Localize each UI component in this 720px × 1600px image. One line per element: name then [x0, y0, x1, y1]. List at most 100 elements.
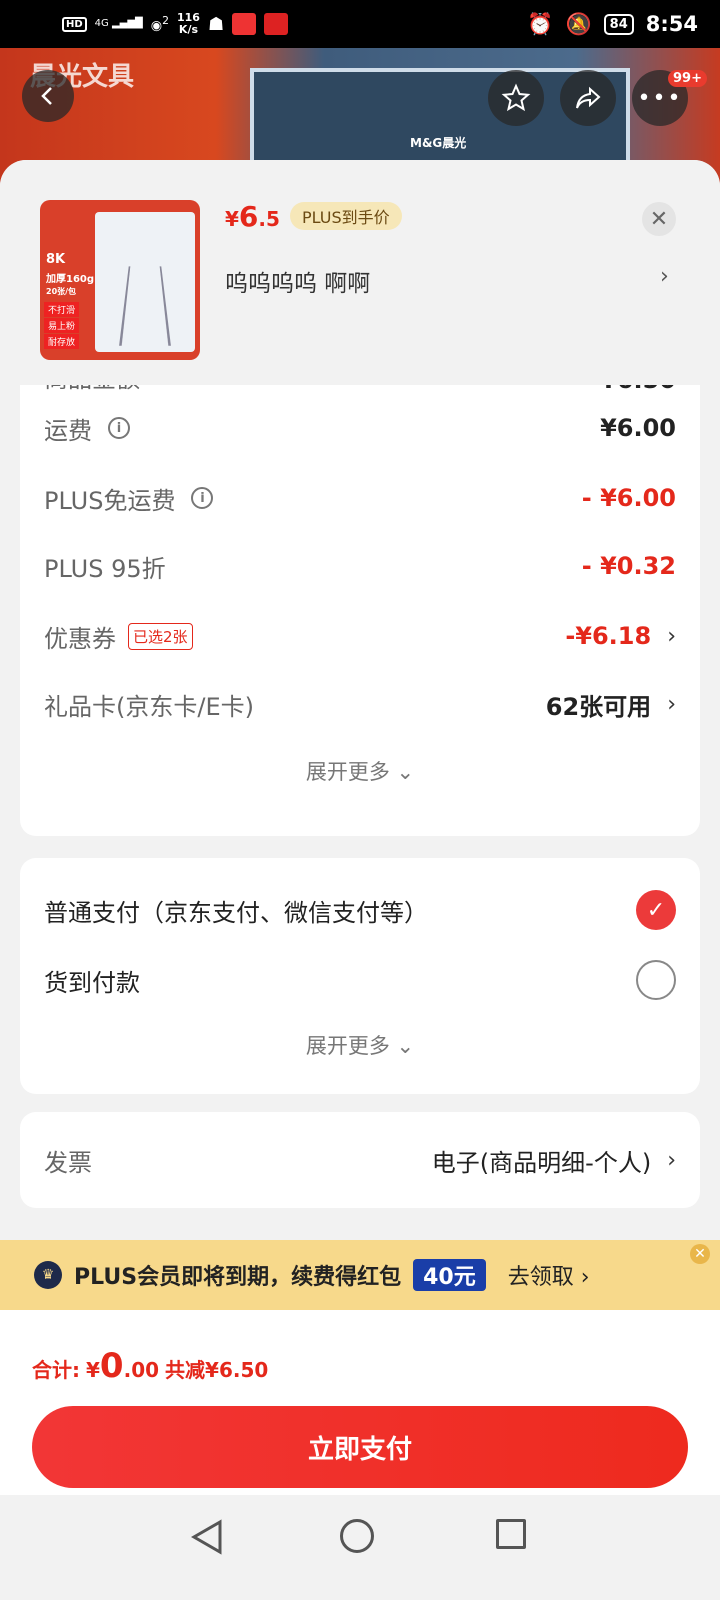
price-symbol: ¥	[225, 207, 239, 231]
plus-discount-label: PLUS 95折	[44, 554, 166, 583]
giftcard-value: 62张可用	[545, 692, 652, 721]
alarm-icon: ⏰	[527, 11, 554, 36]
share-icon	[576, 86, 601, 109]
close-button[interactable]: ✕	[642, 202, 676, 236]
chevron-right-icon: ›	[667, 691, 676, 717]
signal-icon: 4G ▂▄▆█	[94, 18, 143, 29]
giftcard-value-wrap: 62张可用 ›	[546, 687, 676, 722]
total-dec: .00	[123, 1358, 160, 1382]
invoice-value-wrap: 电子(商品明细-个人) ›	[432, 1143, 676, 1178]
payment-card: 普通支付（京东支付、微信支付等） ✓ 货到付款 展开更多 ⌄	[20, 858, 700, 1094]
qq-icon: ☗	[207, 13, 225, 35]
product-thumbnail[interactable]: 8K 加厚160g 20张/包 不打滑 易上粉 耐存放	[40, 200, 200, 360]
plus-banner-amount: 40元	[413, 1259, 486, 1291]
speed-unit: K/s	[178, 23, 199, 36]
total-symbol: ¥	[86, 1358, 100, 1382]
total-label: 合计:	[32, 1358, 80, 1382]
bg-mg-logo: M&G晨光	[410, 136, 467, 150]
plus-banner-text: PLUS会员即将到期，续费得红包	[74, 1265, 402, 1290]
net-speed: 116 K/s	[177, 12, 200, 36]
fee-card: 商品金额 ¥6.50 运费 i ¥6.00 PLUS免运费 i - ¥6.00 …	[20, 360, 700, 836]
clock: 8:54	[645, 12, 698, 36]
plus-free-value: - ¥6.00	[581, 484, 676, 512]
status-bar: HD 4G ▂▄▆█ ◉2 116 K/s ☗ ⏰ 🔕 84 8:54	[0, 0, 720, 48]
payment-option-cod[interactable]: 货到付款	[44, 958, 676, 1002]
coupon-value-wrap: -¥6.18 ›	[565, 622, 676, 650]
chevron-down-icon: ⌄	[396, 760, 415, 784]
coupon-selected-tag: 已选2张	[128, 622, 193, 650]
product-price: ¥6.5	[225, 200, 280, 233]
info-icon[interactable]: i	[108, 417, 130, 439]
coupon-label: 优惠券	[44, 624, 116, 653]
tower-illustration	[119, 266, 171, 346]
total-int: 0	[99, 1346, 124, 1386]
fee-row-plus-free: PLUS免运费 i - ¥6.00	[44, 478, 676, 518]
plus-price-tag: PLUS到手价	[290, 202, 402, 230]
share-button[interactable]	[560, 70, 616, 126]
expand-label: 展开更多	[305, 760, 390, 784]
chevron-right-icon: ›	[667, 623, 676, 649]
payment-normal-label: 普通支付（京东支付、微信支付等）	[44, 898, 428, 927]
plus-free-label: PLUS免运费	[44, 486, 176, 515]
back-button[interactable]	[22, 70, 74, 122]
chevron-down-icon: ⌄	[396, 1034, 415, 1058]
payment-expand-more[interactable]: 展开更多 ⌄	[20, 1030, 700, 1060]
mute-icon: 🔕	[565, 11, 592, 36]
app-icon-red-1	[232, 13, 257, 35]
total-saved: 共减¥6.50	[165, 1358, 269, 1382]
payment-cod-label: 货到付款	[44, 968, 140, 997]
pay-now-button[interactable]: 立即支付	[32, 1406, 688, 1488]
info-icon[interactable]: i	[191, 487, 214, 509]
checkout-sheet: 商品金额 ¥6.50 运费 i ¥6.00 PLUS免运费 i - ¥6.00 …	[0, 160, 720, 1600]
star-icon	[501, 83, 531, 112]
favorite-button[interactable]	[488, 70, 544, 126]
thumb-label-count: 20张/包	[46, 287, 77, 296]
signal-label: 4G	[94, 18, 109, 29]
plus-renewal-banner[interactable]: ♛ PLUS会员即将到期，续费得红包 40元 去领取 › ✕	[0, 1240, 720, 1310]
product-name[interactable]: 呜呜呜呜 啊啊	[225, 264, 370, 298]
app-icon-red-2	[264, 13, 289, 35]
thumb-tag-2: 易上粉	[44, 318, 80, 333]
total-summary: 合计: ¥0.00 共减¥6.50	[32, 1346, 268, 1386]
price-int: 6	[238, 200, 259, 233]
nav-home-icon[interactable]	[340, 1519, 374, 1553]
fee-row-plus-discount: PLUS 95折 - ¥0.32	[44, 546, 676, 586]
giftcard-label: 礼品卡(京东卡/E卡)	[44, 692, 254, 721]
radio-checked-icon[interactable]: ✓	[636, 890, 676, 930]
wifi-sub: 2	[162, 14, 169, 28]
fee-row-shipping: 运费 i ¥6.00	[44, 408, 676, 448]
plus-banner-claim[interactable]: 去领取 ›	[508, 1259, 590, 1291]
thumb-tag-1: 不打滑	[44, 302, 80, 317]
system-nav-bar	[0, 1495, 720, 1600]
invoice-row[interactable]: 发票 电子(商品明细-个人) ›	[44, 1140, 676, 1180]
message-count-badge: 99+	[668, 70, 707, 87]
price-dec: .5	[258, 207, 280, 231]
invoice-value: 电子(商品明细-个人)	[431, 1148, 652, 1177]
wifi-icon: ◉2	[150, 14, 169, 34]
shipping-value: ¥6.00	[600, 414, 676, 442]
thumb-label-size: 8K	[46, 252, 66, 267]
shipping-label: 运费	[44, 416, 92, 445]
chevron-right-icon[interactable]: ›	[660, 264, 669, 289]
total-amount: ¥0.00	[86, 1346, 159, 1386]
thumb-tag-3: 耐存放	[44, 334, 80, 349]
product-image	[95, 212, 195, 352]
invoice-label: 发票	[44, 1148, 92, 1177]
nav-recents-icon[interactable]	[496, 1519, 526, 1549]
fee-row-giftcard[interactable]: 礼品卡(京东卡/E卡) 62张可用 ›	[44, 684, 676, 724]
banner-close-icon[interactable]: ✕	[690, 1244, 710, 1264]
battery-icon: 84	[603, 13, 634, 35]
plus-discount-value: - ¥0.32	[581, 552, 676, 580]
payment-option-normal[interactable]: 普通支付（京东支付、微信支付等） ✓	[44, 888, 676, 932]
invoice-card[interactable]: 发票 电子(商品明细-个人) ›	[20, 1112, 700, 1208]
checkout-bar: 合计: ¥0.00 共减¥6.50 立即支付	[0, 1310, 720, 1495]
fee-row-coupon[interactable]: 优惠券 已选2张 -¥6.18 ›	[44, 616, 676, 656]
chevron-left-icon	[41, 87, 52, 105]
chevron-right-icon: ›	[667, 1147, 676, 1173]
fee-expand-more[interactable]: 展开更多 ⌄	[20, 756, 700, 786]
radio-unchecked-icon[interactable]	[636, 960, 676, 1000]
plus-crown-icon: ♛	[34, 1261, 62, 1289]
close-icon: ✕	[649, 206, 669, 232]
nav-back-icon[interactable]	[190, 1519, 224, 1555]
hd-badge: HD	[62, 16, 87, 32]
